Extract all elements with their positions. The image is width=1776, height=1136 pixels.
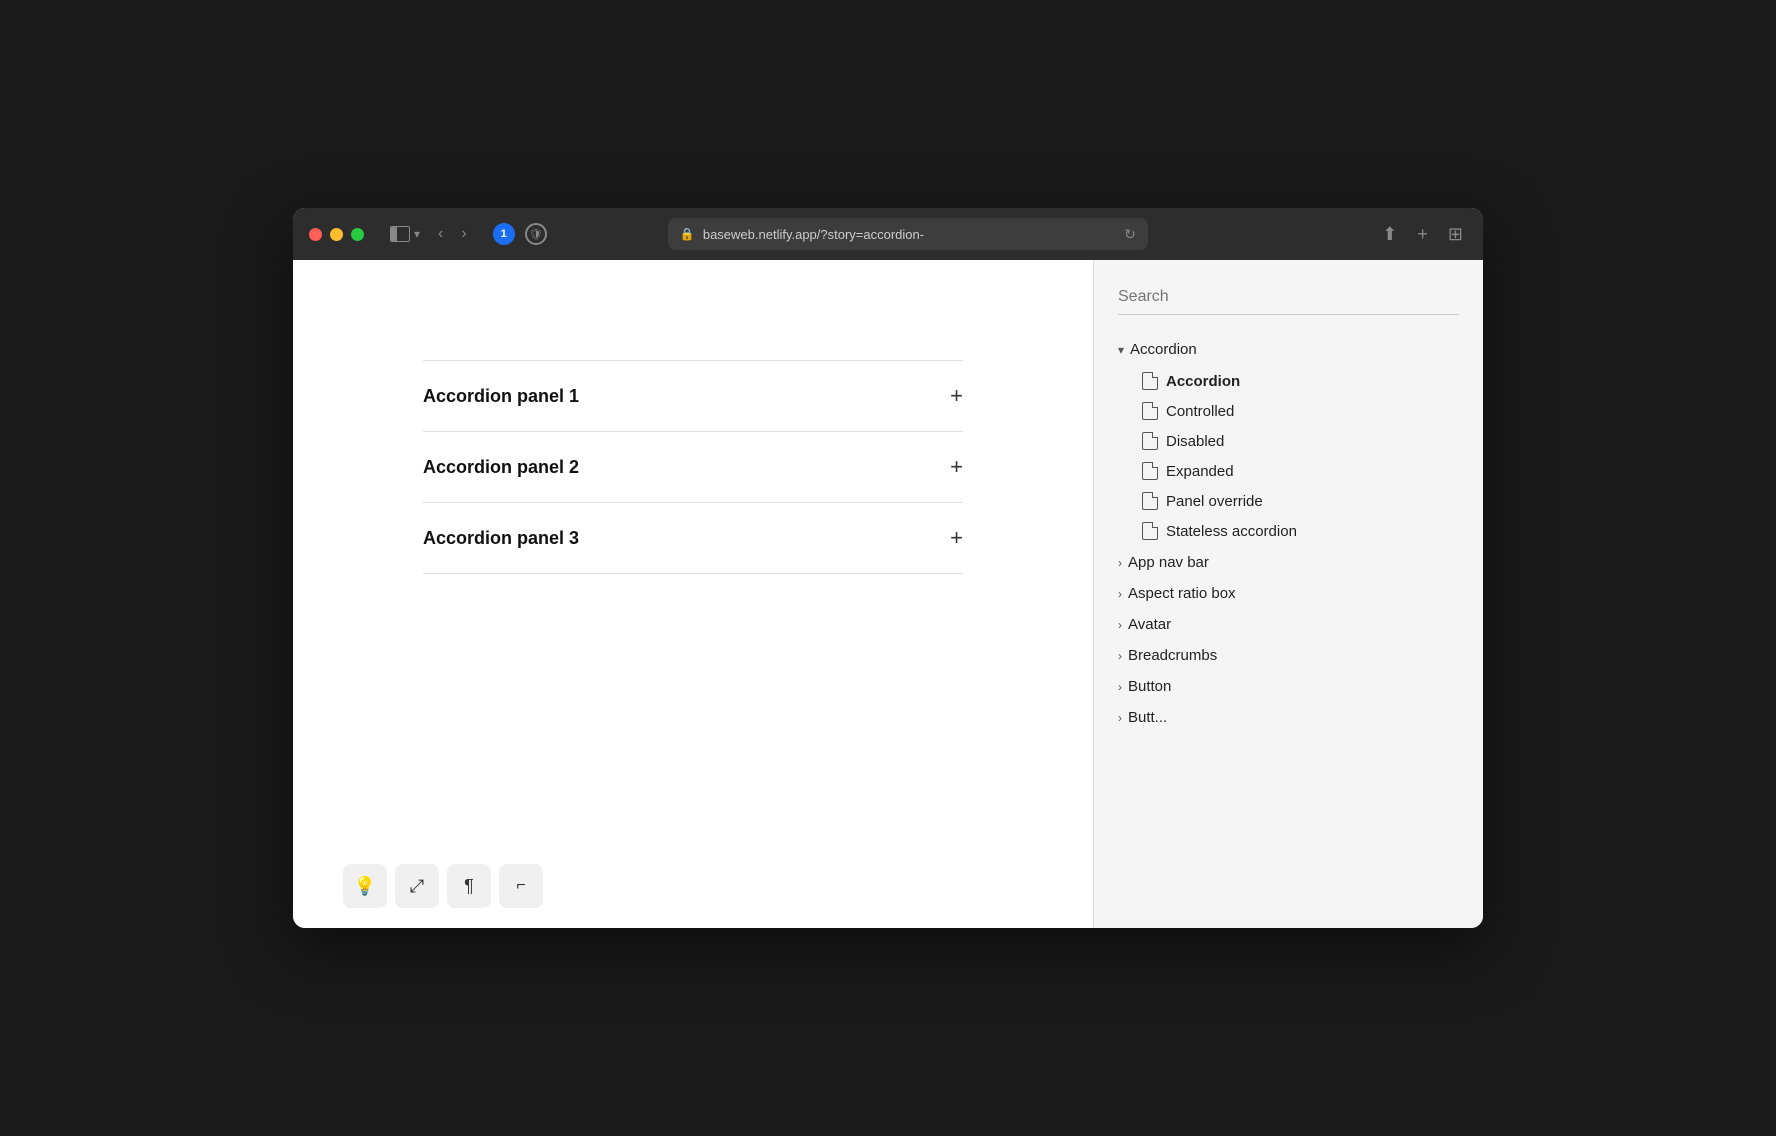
doc-icon xyxy=(1142,402,1158,420)
nav-item-label-expanded: Expanded xyxy=(1166,463,1234,480)
nav-item-panel-override[interactable]: Panel override xyxy=(1134,486,1467,516)
accordion-label-3: Accordion panel 3 xyxy=(423,528,579,549)
close-button[interactable] xyxy=(309,228,322,241)
nav-group-header-accordion[interactable]: ▾ Accordion xyxy=(1110,335,1467,364)
nav-item-label-disabled: Disabled xyxy=(1166,433,1224,450)
accordion-expand-icon-1: + xyxy=(950,383,963,409)
nav-group-label-appnavbar: App nav bar xyxy=(1128,554,1209,571)
nav-item-label-accordion: Accordion xyxy=(1166,373,1240,390)
nav-items-accordion: Accordion Controlled Disabled Expan xyxy=(1110,366,1467,546)
nav-item-label-panel-override: Panel override xyxy=(1166,493,1263,510)
nav-group-header-breadcrumbs[interactable]: › Breadcrumbs xyxy=(1110,641,1467,670)
chevron-right-icon: › xyxy=(1118,618,1122,632)
main-content: Accordion panel 1 + Accordion panel 2 + … xyxy=(293,260,1483,928)
right-panel: ▾ Accordion Accordion Controlled xyxy=(1093,260,1483,928)
forward-button[interactable]: › xyxy=(455,221,472,247)
doc-icon xyxy=(1142,432,1158,450)
traffic-lights xyxy=(309,228,364,241)
url-bar[interactable]: 🔒 baseweb.netlify.app/?story=accordion- … xyxy=(668,218,1148,250)
nav-group-accordion: ▾ Accordion Accordion Controlled xyxy=(1110,335,1467,546)
nav-group-breadcrumbs: › Breadcrumbs xyxy=(1110,641,1467,670)
nav-group-header-appnavbar[interactable]: › App nav bar xyxy=(1110,548,1467,577)
title-bar: ▾ ‹ › 1 🛡 🔒 baseweb.netlify.app/?story=a… xyxy=(293,208,1483,260)
sidebar-icon xyxy=(390,226,410,242)
nav-group-label-aspectratiobox: Aspect ratio box xyxy=(1128,585,1236,602)
nav-group-header-button[interactable]: › Button xyxy=(1110,672,1467,701)
nav-group-label-accordion: Accordion xyxy=(1130,341,1197,358)
hook-toggle-button[interactable]: ⌐ xyxy=(499,864,543,908)
nav-item-stateless[interactable]: Stateless accordion xyxy=(1134,516,1467,546)
chevron-right-icon: › xyxy=(1118,711,1122,725)
nav-group-label-button: Button xyxy=(1128,678,1171,695)
reload-button[interactable]: ↻ xyxy=(1124,226,1136,243)
new-tab-button[interactable]: + xyxy=(1413,220,1432,249)
nav-group-label-button2: Butt... xyxy=(1128,709,1167,726)
nav-group-header-button2[interactable]: › Butt... xyxy=(1110,703,1467,732)
chevron-down-icon: ▾ xyxy=(1118,343,1124,357)
sidebar-toggle[interactable]: ▾ xyxy=(384,222,426,246)
search-container xyxy=(1094,280,1483,331)
doc-icon xyxy=(1142,462,1158,480)
search-input[interactable] xyxy=(1118,280,1459,315)
nav-item-accordion[interactable]: Accordion xyxy=(1134,366,1467,396)
fullscreen-toggle-button[interactable]: ⤢ xyxy=(395,864,439,908)
nav-group-header-avatar[interactable]: › Avatar xyxy=(1110,610,1467,639)
nav-group-header-aspectratiobox[interactable]: › Aspect ratio box xyxy=(1110,579,1467,608)
accordion-item-3[interactable]: Accordion panel 3 + xyxy=(423,502,963,574)
accordion-label-1: Accordion panel 1 xyxy=(423,386,579,407)
nav-item-label-stateless: Stateless accordion xyxy=(1166,523,1297,540)
chevron-right-icon: › xyxy=(1118,649,1122,663)
accordion-expand-icon-3: + xyxy=(950,525,963,551)
shield-extension-icon[interactable]: 🛡 xyxy=(525,223,547,245)
left-panel: Accordion panel 1 + Accordion panel 2 + … xyxy=(293,260,1093,928)
accordion-item-2[interactable]: Accordion panel 2 + xyxy=(423,431,963,502)
minimize-button[interactable] xyxy=(330,228,343,241)
nav-item-controlled[interactable]: Controlled xyxy=(1134,396,1467,426)
url-text: baseweb.netlify.app/?story=accordion- xyxy=(703,227,1116,242)
nav-item-disabled[interactable]: Disabled xyxy=(1134,426,1467,456)
nav-group-button: › Button xyxy=(1110,672,1467,701)
chevron-right-icon: › xyxy=(1118,587,1122,601)
nav-group-label-breadcrumbs: Breadcrumbs xyxy=(1128,647,1217,664)
theme-toggle-button[interactable]: 💡 xyxy=(343,864,387,908)
bottom-toolbar: 💡 ⤢ ¶ ⌐ xyxy=(343,864,543,908)
chevron-right-icon: › xyxy=(1118,680,1122,694)
doc-icon xyxy=(1142,522,1158,540)
accordion-item-1[interactable]: Accordion panel 1 + xyxy=(423,360,963,431)
back-button[interactable]: ‹ xyxy=(432,221,449,247)
nav-group-appnavbar: › App nav bar xyxy=(1110,548,1467,577)
tab-overview-button[interactable]: ⊞ xyxy=(1444,220,1467,249)
lock-icon: 🔒 xyxy=(680,227,695,241)
accordion-expand-icon-2: + xyxy=(950,454,963,480)
nav-controls: ▾ ‹ › xyxy=(384,221,473,247)
browser-toolbar-right: ⬆ + ⊞ xyxy=(1378,220,1467,249)
nav-tree: ▾ Accordion Accordion Controlled xyxy=(1094,331,1483,738)
nav-group-button2: › Butt... xyxy=(1110,703,1467,732)
share-button[interactable]: ⬆ xyxy=(1378,220,1401,249)
doc-icon xyxy=(1142,492,1158,510)
nav-group-aspectratiobox: › Aspect ratio box xyxy=(1110,579,1467,608)
nav-item-expanded[interactable]: Expanded xyxy=(1134,456,1467,486)
nav-item-label-controlled: Controlled xyxy=(1166,403,1234,420)
accordion-label-2: Accordion panel 2 xyxy=(423,457,579,478)
accordion-container: Accordion panel 1 + Accordion panel 2 + … xyxy=(423,360,963,574)
browser-window: ▾ ‹ › 1 🛡 🔒 baseweb.netlify.app/?story=a… xyxy=(293,208,1483,928)
nav-group-label-avatar: Avatar xyxy=(1128,616,1171,633)
1password-extension-icon[interactable]: 1 xyxy=(493,223,515,245)
rtl-toggle-button[interactable]: ¶ xyxy=(447,864,491,908)
chevron-right-icon: › xyxy=(1118,556,1122,570)
nav-group-avatar: › Avatar xyxy=(1110,610,1467,639)
doc-icon xyxy=(1142,372,1158,390)
maximize-button[interactable] xyxy=(351,228,364,241)
